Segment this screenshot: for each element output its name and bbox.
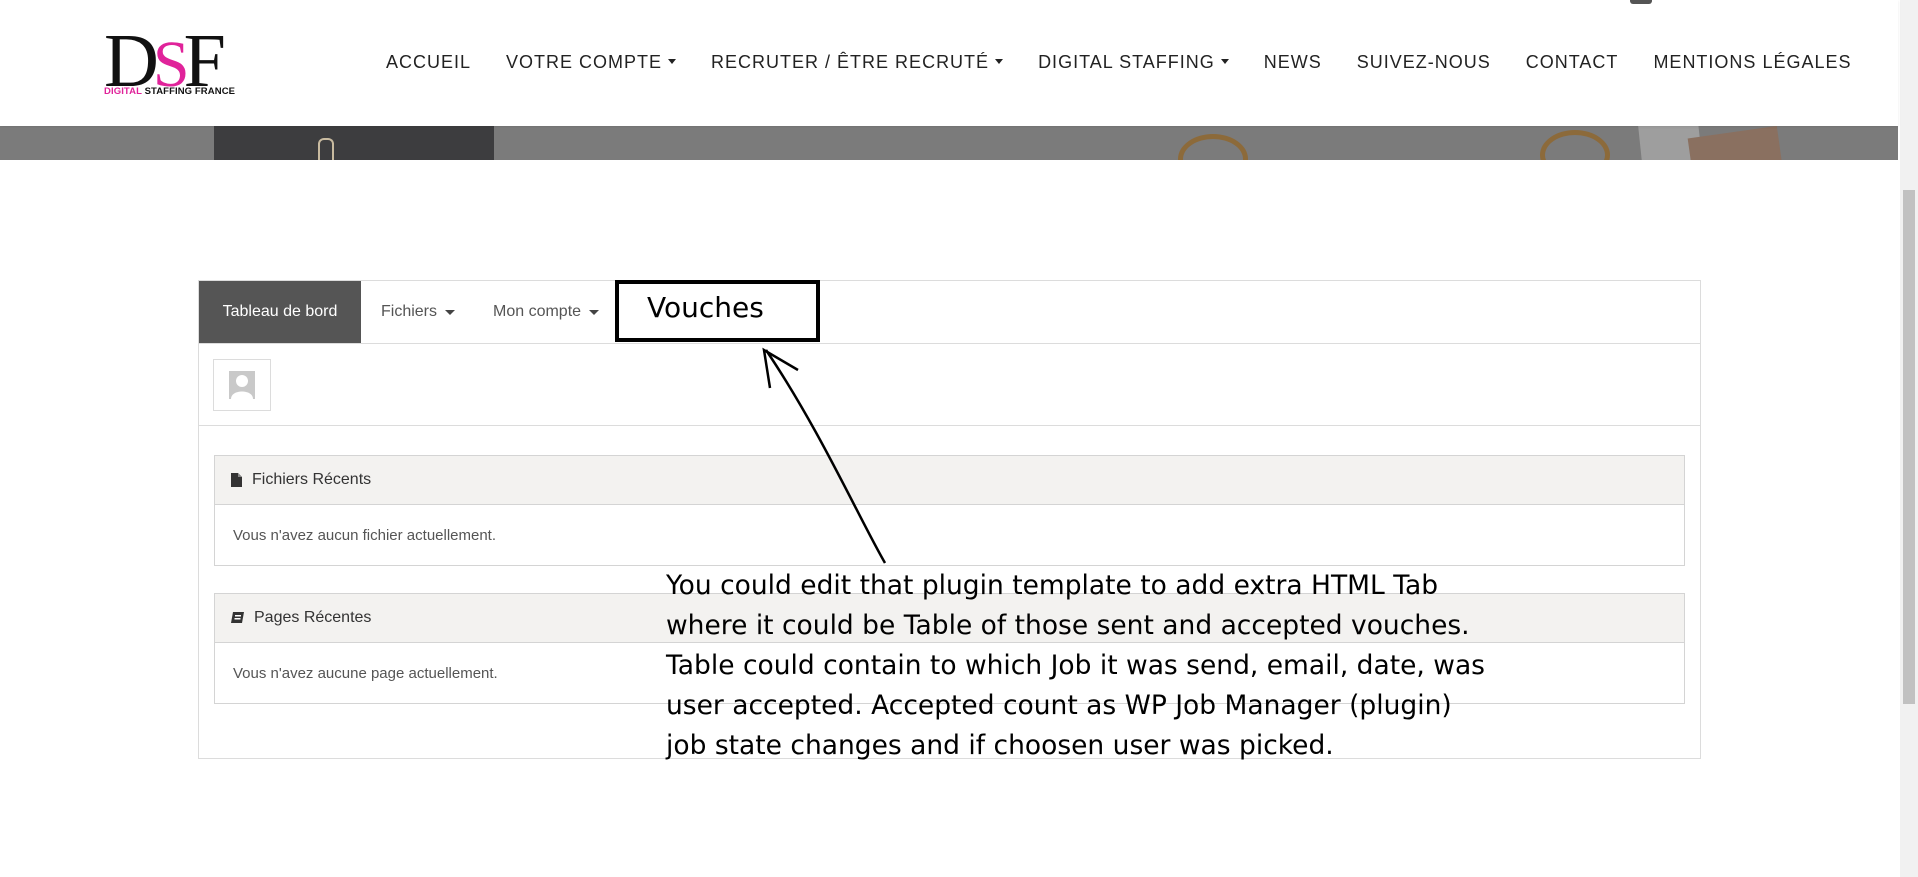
main-nav: ACCUEIL VOTRE COMPTE RECRUTER / ÊTRE REC… [386,52,1852,73]
nav-item-mentions-legales[interactable]: MENTIONS LÉGALES [1653,52,1851,73]
site-header: DSF DIGITAL STAFFING FRANCE ACCUEIL VOTR… [0,0,1898,126]
site-logo[interactable]: DSF DIGITAL STAFFING FRANCE [104,23,256,100]
cart-icon[interactable] [1630,0,1652,4]
annotation-note: You could edit that plugin template to a… [666,570,1485,761]
chevron-down-icon [668,59,677,64]
logo-tagline: DIGITAL STAFFING FRANCE [104,86,236,97]
nav-item-accueil[interactable]: ACCUEIL [386,52,471,73]
nav-item-news[interactable]: NEWS [1264,52,1322,73]
nav-item-recruter[interactable]: RECRUTER / ÊTRE RECRUTÉ [711,52,1004,73]
nav-item-votre-compte[interactable]: VOTRE COMPTE [506,52,677,73]
chevron-down-icon [1220,59,1229,64]
nav-item-contact[interactable]: CONTACT [1526,52,1619,73]
chevron-down-icon [995,59,1004,64]
nav-item-suivez-nous[interactable]: SUIVEZ-NOUS [1357,52,1491,73]
nav-item-digital-staffing[interactable]: DIGITAL STAFFING [1038,52,1229,73]
